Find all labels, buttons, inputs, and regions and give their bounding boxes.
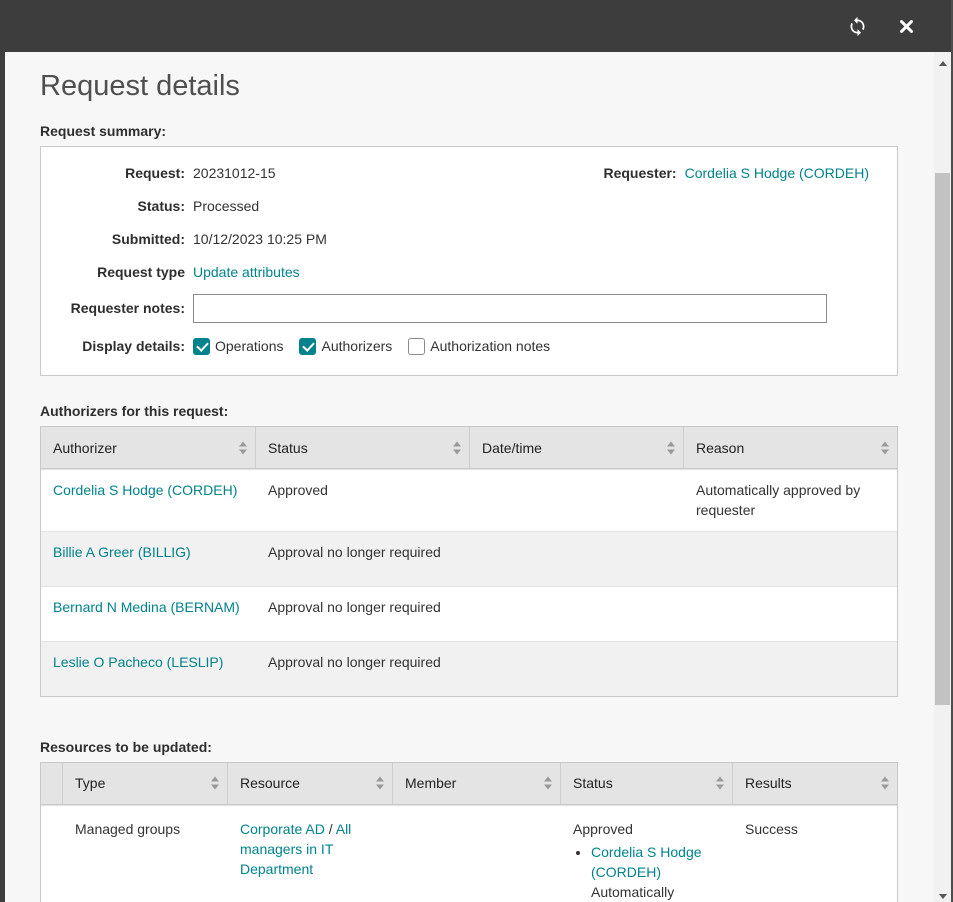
dialog-content: Request details Request summary: Request… — [5, 52, 934, 902]
authorizer-link[interactable]: Cordelia S Hodge (CORDEH) — [53, 482, 237, 498]
request-type-label: Request type — [41, 264, 193, 280]
authorizer-reason — [684, 642, 897, 696]
authorization-notes-checkbox-label: Authorization notes — [430, 338, 550, 354]
resource-member — [393, 806, 561, 902]
resource-parent-link[interactable]: Corporate AD — [240, 821, 325, 837]
refresh-button[interactable] — [847, 16, 868, 37]
request-label: Request: — [41, 165, 193, 181]
page-title: Request details — [40, 70, 934, 103]
sort-icon — [881, 777, 889, 790]
resource-status-cell: Approved Cordelia S Hodge (CORDEH) Autom… — [561, 806, 733, 902]
checkbox-operations[interactable]: Operations — [193, 338, 283, 355]
resources-table-header: Type Resource Member Status Results — [41, 763, 897, 805]
column-header-member[interactable]: Member — [393, 763, 561, 804]
authorizer-link[interactable]: Leslie O Pacheco (LESLIP) — [53, 654, 223, 670]
resources-table: Type Resource Member Status Results M — [40, 762, 898, 902]
table-row: Cordelia S Hodge (CORDEH) Approved Autom… — [41, 469, 897, 531]
request-summary-panel: Request: 20231012-15 Requester: Cordelia… — [40, 146, 898, 376]
requester-notes-input[interactable] — [193, 294, 827, 323]
sort-icon — [716, 777, 724, 790]
scroll-up-button[interactable] — [934, 52, 951, 69]
scrollbar-thumb[interactable] — [935, 173, 950, 705]
resource-cell: Corporate AD / All managers in IT Depart… — [228, 806, 393, 902]
authorizers-table-header: Authorizer Status Date/time Reason — [41, 427, 897, 469]
sort-icon — [544, 777, 552, 790]
authorizers-checkbox-label: Authorizers — [321, 338, 392, 354]
scroll-down-button[interactable] — [934, 885, 951, 902]
operations-checkbox-icon[interactable] — [193, 338, 210, 355]
scroll-down-icon — [939, 894, 947, 899]
sort-icon — [453, 441, 461, 454]
column-header-resource[interactable]: Resource — [228, 763, 393, 804]
authorizer-status: Approval no longer required — [256, 642, 470, 696]
submitted-value: 10/12/2023 10:25 PM — [193, 231, 327, 247]
window-left-edge — [0, 0, 5, 902]
resource-separator: / — [325, 821, 336, 837]
status-value: Processed — [193, 198, 259, 214]
status-note: Automatically approved by requester — [591, 882, 721, 902]
authorizers-table: Authorizer Status Date/time Reason Corde… — [40, 426, 898, 697]
checkbox-authorizers[interactable]: Authorizers — [299, 338, 392, 355]
table-row: Billie A Greer (BILLIG) Approval no long… — [41, 531, 897, 586]
authorizer-reason — [684, 532, 897, 586]
vertical-scrollbar[interactable] — [934, 52, 951, 902]
requester-label: Requester: — [603, 165, 684, 181]
request-type-link[interactable]: Update attributes — [193, 264, 300, 280]
authorizer-datetime — [470, 587, 684, 641]
authorizer-link[interactable]: Billie A Greer (BILLIG) — [53, 544, 191, 560]
requester-link[interactable]: Cordelia S Hodge (CORDEH) — [685, 165, 869, 181]
checkbox-authorization-notes[interactable]: Authorization notes — [408, 338, 550, 355]
close-button[interactable] — [898, 18, 915, 35]
authorizer-datetime — [470, 532, 684, 586]
authorizer-status: Approval no longer required — [256, 587, 470, 641]
authorizer-link[interactable]: Bernard N Medina (BERNAM) — [53, 599, 240, 615]
column-header-status[interactable]: Status — [256, 427, 470, 468]
close-icon — [898, 18, 915, 35]
column-header-status[interactable]: Status — [561, 763, 733, 804]
refresh-icon — [847, 16, 868, 37]
status-authorizer-link[interactable]: Cordelia S Hodge (CORDEH) — [591, 844, 702, 880]
request-value: 20231012-15 — [193, 165, 276, 181]
resource-status: Approved — [573, 819, 721, 839]
sort-icon — [881, 441, 889, 454]
status-label: Status: — [41, 198, 193, 214]
authorizer-status: Approved — [256, 470, 470, 531]
authorizers-checkbox-icon[interactable] — [299, 338, 316, 355]
table-row: Bernard N Medina (BERNAM) Approval no lo… — [41, 586, 897, 641]
dialog-titlebar — [0, 0, 953, 52]
sort-icon — [667, 441, 675, 454]
column-header-type[interactable]: Type — [63, 763, 228, 804]
table-row: Leslie O Pacheco (LESLIP) Approval no lo… — [41, 641, 897, 696]
column-header-datetime[interactable]: Date/time — [470, 427, 684, 468]
submitted-label: Submitted: — [41, 231, 193, 247]
sort-icon — [211, 777, 219, 790]
authorizer-reason: Automatically approved by requester — [684, 470, 897, 531]
resource-results: Success — [733, 806, 897, 902]
sort-icon — [376, 777, 384, 790]
row-select-cell — [41, 806, 63, 902]
column-header-select — [41, 763, 63, 804]
authorizer-reason — [684, 587, 897, 641]
column-header-results[interactable]: Results — [733, 763, 897, 804]
resource-type: Managed groups — [63, 806, 228, 902]
column-header-authorizer[interactable]: Authorizer — [41, 427, 256, 468]
authorizer-datetime — [470, 642, 684, 696]
request-summary-heading: Request summary: — [40, 123, 934, 139]
authorization-notes-checkbox-icon[interactable] — [408, 338, 425, 355]
authorizers-heading: Authorizers for this request: — [40, 403, 934, 419]
authorizer-status: Approval no longer required — [256, 532, 470, 586]
sort-icon — [239, 441, 247, 454]
requester-notes-label: Requester notes: — [41, 300, 193, 316]
display-details-label: Display details: — [41, 338, 193, 354]
authorizer-datetime — [470, 470, 684, 531]
operations-checkbox-label: Operations — [215, 338, 283, 354]
status-detail-item: Cordelia S Hodge (CORDEH) Automatically … — [591, 842, 721, 902]
scroll-up-icon — [939, 61, 947, 66]
table-row: Managed groups Corporate AD / All manage… — [41, 805, 897, 902]
resources-heading: Resources to be updated: — [40, 739, 934, 755]
column-header-reason[interactable]: Reason — [684, 427, 897, 468]
